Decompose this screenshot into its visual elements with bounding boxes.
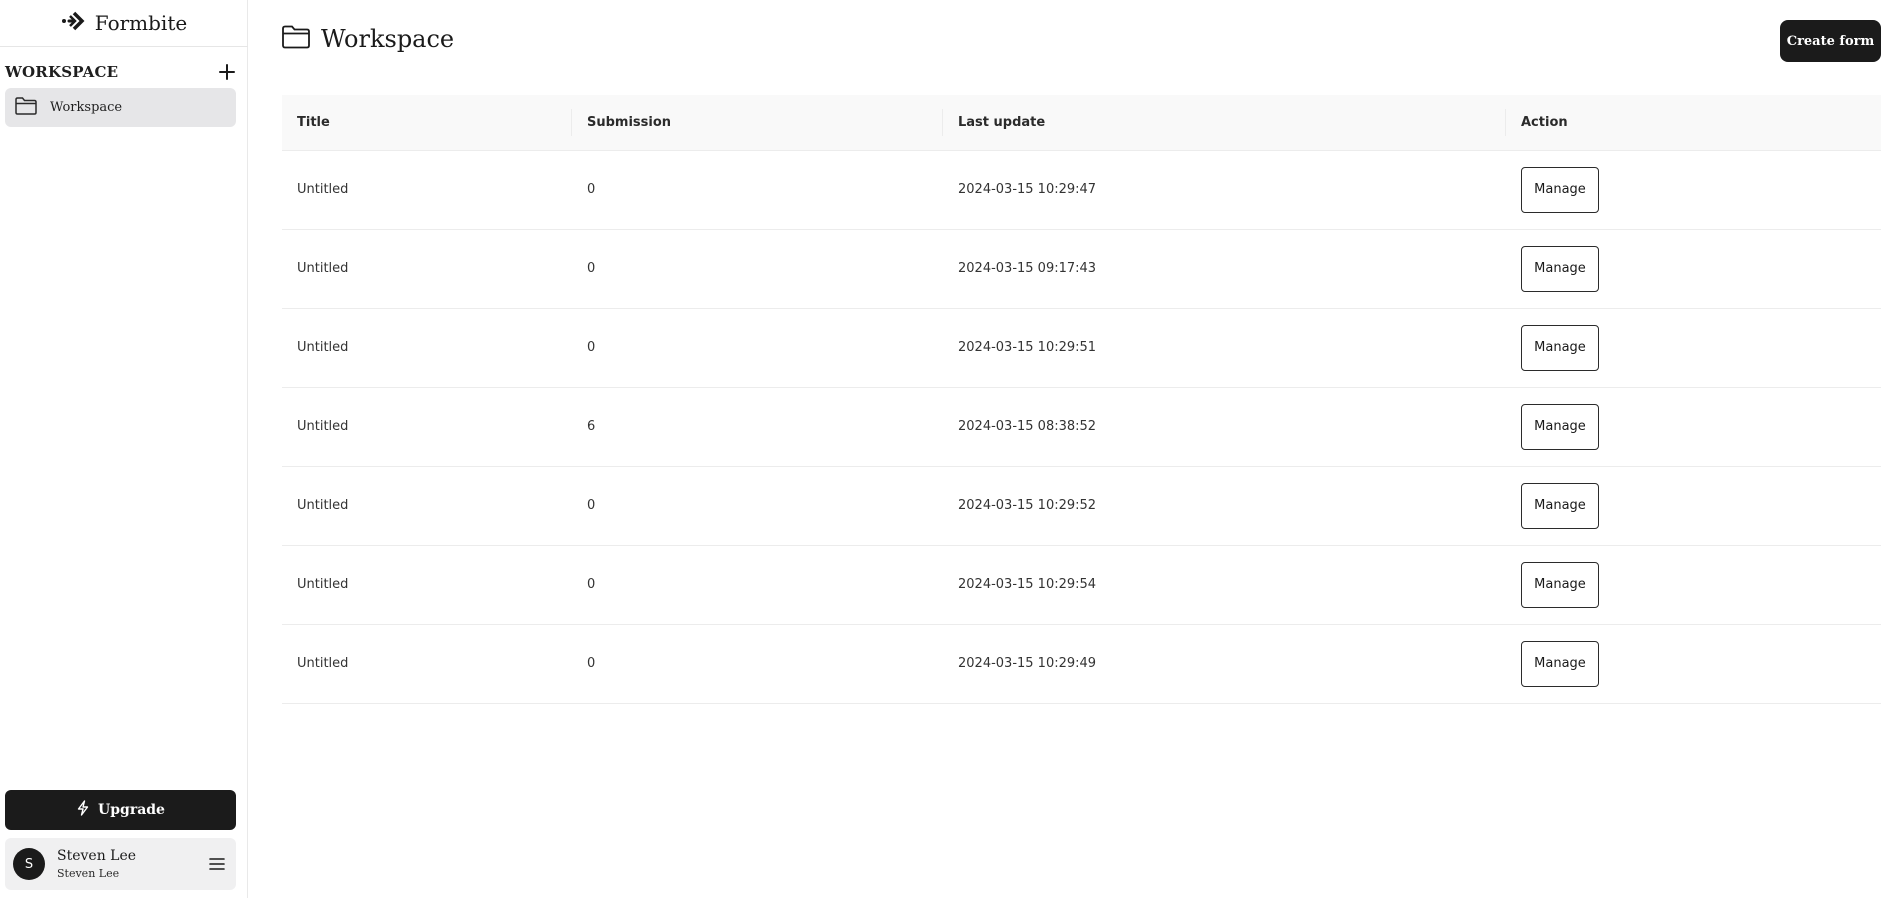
cell-title: Untitled	[297, 419, 349, 434]
cell-submission: 0	[587, 656, 596, 671]
lightning-icon	[76, 800, 90, 820]
hamburger-menu-icon	[209, 858, 225, 870]
cell-submission: 0	[587, 498, 596, 513]
cell-submission: 0	[587, 261, 596, 276]
table-row: Untitled 0 2024-03-15 10:29:47 Manage	[282, 150, 1881, 229]
avatar: S	[13, 848, 45, 880]
cell-title: Untitled	[297, 340, 349, 355]
cell-action: Manage	[1506, 466, 1881, 545]
sidebar-item-label: Workspace	[50, 100, 123, 115]
cell-submission: 0	[587, 182, 596, 197]
table-row: Untitled 0 2024-03-15 10:29:52 Manage	[282, 466, 1881, 545]
cell-action: Manage	[1506, 624, 1881, 703]
cell-action: Manage	[1506, 387, 1881, 466]
cell-action: Manage	[1506, 150, 1881, 229]
page-title: Workspace	[321, 25, 455, 53]
upgrade-button[interactable]: Upgrade	[5, 790, 236, 830]
folder-icon	[14, 96, 38, 120]
manage-button[interactable]: Manage	[1521, 561, 1599, 608]
cell-title: Untitled	[297, 498, 349, 513]
workspace-section-header: WORKSPACE	[5, 60, 237, 84]
cell-last-update: 2024-03-15 10:29:52	[958, 498, 1097, 513]
manage-button[interactable]: Manage	[1521, 166, 1599, 213]
table-header-row: Title Submission Last update Action	[282, 95, 1881, 150]
cell-action: Manage	[1506, 308, 1881, 387]
workspace-section-title: WORKSPACE	[5, 63, 119, 81]
upgrade-label: Upgrade	[98, 802, 165, 818]
column-header-action: Action	[1521, 114, 1568, 130]
cell-submission: 0	[587, 340, 596, 355]
cell-title: Untitled	[297, 261, 349, 276]
cell-submission: 0	[587, 577, 596, 592]
user-subtitle: Steven Lee	[57, 866, 120, 880]
cell-last-update: 2024-03-15 10:29:47	[958, 182, 1097, 197]
table-row: Untitled 0 2024-03-15 10:29:54 Manage	[282, 545, 1881, 624]
column-header-title[interactable]: Title	[282, 95, 572, 150]
cell-action: Manage	[1506, 229, 1881, 308]
table-row: Untitled 0 2024-03-15 10:29:49 Manage	[282, 624, 1881, 703]
cell-title: Untitled	[297, 656, 349, 671]
manage-button[interactable]: Manage	[1521, 482, 1599, 529]
column-header-last-update[interactable]: Last update	[943, 95, 1506, 150]
folder-icon	[281, 24, 311, 54]
cell-last-update: 2024-03-15 08:38:52	[958, 419, 1097, 434]
page-header: Workspace	[281, 24, 454, 54]
add-workspace-button[interactable]	[217, 62, 237, 82]
brand-name: Formbite	[94, 11, 188, 35]
manage-button[interactable]: Manage	[1521, 403, 1599, 450]
cell-last-update: 2024-03-15 10:29:49	[958, 656, 1097, 671]
manage-button[interactable]: Manage	[1521, 245, 1599, 292]
sidebar: Formbite WORKSPACE Workspace Upgrade S S…	[0, 0, 248, 898]
forms-table: Title Submission Last update Action Unti…	[282, 95, 1881, 704]
brand[interactable]: Formbite	[0, 0, 248, 47]
column-header-submission[interactable]: Submission	[572, 95, 943, 150]
user-info: Steven Lee Steven Lee	[57, 848, 206, 880]
user-card[interactable]: S Steven Lee Steven Lee	[5, 838, 236, 890]
brand-logo-icon	[61, 10, 87, 36]
cell-title: Untitled	[297, 577, 349, 592]
manage-button[interactable]: Manage	[1521, 640, 1599, 687]
cell-submission: 6	[587, 419, 596, 434]
user-menu-button[interactable]	[206, 853, 228, 875]
cell-action: Manage	[1506, 545, 1881, 624]
cell-last-update: 2024-03-15 10:29:54	[958, 577, 1097, 592]
sidebar-item-workspace[interactable]: Workspace	[5, 88, 236, 127]
cell-last-update: 2024-03-15 09:17:43	[958, 261, 1097, 276]
manage-button[interactable]: Manage	[1521, 324, 1599, 371]
table-row: Untitled 6 2024-03-15 08:38:52 Manage	[282, 387, 1881, 466]
table-row: Untitled 0 2024-03-15 10:29:51 Manage	[282, 308, 1881, 387]
cell-title: Untitled	[297, 182, 349, 197]
cell-last-update: 2024-03-15 10:29:51	[958, 340, 1097, 355]
user-name: Steven Lee	[57, 848, 137, 864]
plus-icon	[219, 64, 235, 80]
table-row: Untitled 0 2024-03-15 09:17:43 Manage	[282, 229, 1881, 308]
create-form-button[interactable]: Create form	[1780, 20, 1881, 62]
